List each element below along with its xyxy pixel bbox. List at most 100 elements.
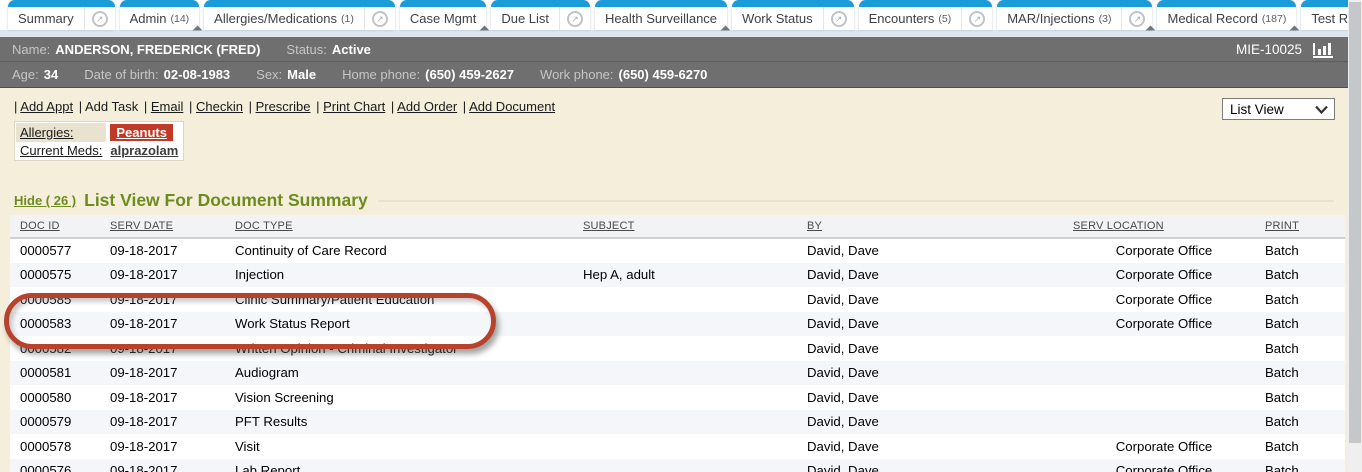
popout-arrow-icon: ↗ [831,11,847,27]
patient-status: Status: Active [286,42,371,57]
cell-serv-location: Corporate Office [1063,263,1255,288]
add-task-link[interactable]: Add Task [85,99,138,114]
tab-label: Case Mgmt [410,11,476,26]
popout-arrow-icon: ↗ [567,11,583,27]
tab-label: Summary [18,11,74,26]
cell-doc-id: 0000578 [10,434,100,459]
cell-subject [573,287,797,312]
bar-chart-icon[interactable] [1312,41,1336,58]
age-label: Age: [12,67,39,82]
sex-label: Sex: [256,67,282,82]
tab-label: Allergies/Medications [214,11,337,26]
table-row[interactable]: 000057809-18-2017VisitDavid, DaveCorpora… [10,434,1345,459]
cell-subject [573,459,797,472]
add-order-link[interactable]: Add Order [397,99,457,114]
add-document-link[interactable]: Add Document [469,99,555,114]
tab-admin[interactable]: Admin(14) [120,0,200,30]
cell-serv-date: 09-18-2017 [100,263,225,288]
col-header-by[interactable]: BY [797,215,1063,238]
tab-work-status[interactable]: Work Status ↗ [732,0,854,30]
add-appt-link[interactable]: Add Appt [20,99,73,114]
cell-serv-location [1063,336,1255,361]
hide-link[interactable]: Hide ( 26 ) [14,193,76,208]
col-header-serv-date[interactable]: SERV DATE [100,215,225,238]
col-header-print[interactable]: PRINT [1255,215,1345,238]
cell-serv-location: Corporate Office [1063,238,1255,263]
action-print-chart-wrap: Print Chart [316,99,385,114]
table-row[interactable]: 000058509-18-2017Clinic Summary/Patient … [10,287,1345,312]
cell-doc-type: Continuity of Care Record [225,238,573,263]
cell-serv-date: 09-18-2017 [100,434,225,459]
col-header-doc-type[interactable]: DOC TYPE [225,215,573,238]
chart-id: MIE-10025 [1236,42,1302,57]
allergies-label-cell: Allergies: [16,123,106,142]
col-header-doc-id[interactable]: DOC ID [10,215,100,238]
table-row[interactable]: 000057709-18-2017Continuity of Care Reco… [10,238,1345,263]
action-add-task-wrap: Add Task [79,99,139,114]
cell-doc-id: 0000579 [10,410,100,435]
chart-tab-strip: Summary ↗ Admin(14) Allergies/Medication… [0,0,1348,30]
tab-label: Due List [501,11,549,26]
table-header-row: DOC ID SERV DATE DOC TYPE SUBJECT BY SER… [10,215,1345,238]
cell-doc-id: 0000576 [10,459,100,472]
tab-encounters[interactable]: Encounters(5) ↗ [859,0,993,30]
tab-summary[interactable]: Summary ↗ [8,0,115,30]
vertical-scrollbar-thumb[interactable] [1349,2,1361,443]
checkin-link[interactable]: Checkin [196,99,243,114]
cell-by: David, Dave [797,238,1063,263]
table-row[interactable]: 000058209-18-2017Written Opinion - Crimi… [10,336,1345,361]
col-header-serv-location[interactable]: SERV LOCATION [1063,215,1255,238]
cell-by: David, Dave [797,361,1063,386]
popout-button[interactable]: ↗ [961,7,992,30]
allergy-peanuts-link[interactable]: Peanuts [110,124,173,141]
document-summary-header: Hide ( 26 ) List View For Document Summa… [14,190,1334,211]
allergies-link[interactable]: Allergies: [20,125,73,140]
cell-serv-location [1063,361,1255,386]
cell-print: Batch [1255,459,1345,472]
patient-name: Name: ANDERSON, FREDERICK (FRED) [12,42,260,57]
page-title: List View For Document Summary [84,190,368,211]
table-row[interactable]: 000058109-18-2017AudiogramDavid, DaveBat… [10,361,1345,386]
cell-doc-id: 0000581 [10,361,100,386]
prescribe-link[interactable]: Prescribe [256,99,311,114]
view-mode-select[interactable]: List View [1222,98,1335,120]
email-link[interactable]: Email [151,99,184,114]
print-chart-link[interactable]: Print Chart [323,99,385,114]
table-row[interactable]: 000058309-18-2017Work Status ReportDavid… [10,312,1345,337]
tab-due-list[interactable]: Due List ↗ [491,0,590,30]
popout-arrow-icon: ↗ [1129,11,1145,27]
allergies-meds-panel: Allergies: Peanuts Current Meds: alprazo… [14,121,184,161]
table-row[interactable]: 000057909-18-2017PFT ResultsDavid, DaveB… [10,410,1345,435]
tab-medical-record[interactable]: Medical Record(187) [1157,0,1296,30]
cell-doc-type: Lab Report [225,459,573,472]
tab-health-surveillance[interactable]: Health Surveillance [595,0,727,30]
popout-button[interactable]: ↗ [84,7,115,30]
med-alprazolam-link[interactable]: alprazolam [110,143,178,158]
cell-serv-date: 09-18-2017 [100,336,225,361]
popout-button[interactable]: ↗ [823,7,854,30]
col-header-subject[interactable]: SUBJECT [573,215,797,238]
table-row[interactable]: 000057609-18-2017Lab ReportDavid, DaveCo… [10,459,1345,472]
cell-doc-id: 0000585 [10,287,100,312]
current-meds-link[interactable]: Current Meds: [20,143,102,158]
cell-serv-location: Corporate Office [1063,434,1255,459]
age-value: 34 [44,67,58,82]
table-row[interactable]: 000057509-18-2017InjectionHep A, adultDa… [10,263,1345,288]
cell-subject [573,385,797,410]
popout-arrow-icon: ↗ [372,11,388,27]
cell-serv-location: Corporate Office [1063,287,1255,312]
cell-print: Batch [1255,385,1345,410]
patient-home-phone: Home phone: (650) 459-2627 [342,67,514,82]
tab-case-mgmt[interactable]: Case Mgmt [400,0,486,30]
vertical-scrollbar-track[interactable] [1348,0,1362,472]
cell-print: Batch [1255,263,1345,288]
popout-button[interactable]: ↗ [559,7,590,30]
table-row[interactable]: 000058009-18-2017Vision ScreeningDavid, … [10,385,1345,410]
cell-by: David, Dave [797,336,1063,361]
tab-label: Work Status [742,11,813,26]
cell-print: Batch [1255,287,1345,312]
popout-button[interactable]: ↗ [364,7,395,30]
name-label: Name: [12,42,50,57]
tab-mar-injections[interactable]: MAR/Injections(3) ↗ [997,0,1152,30]
tab-allergies-medications[interactable]: Allergies/Medications(1) ↗ [204,0,395,30]
